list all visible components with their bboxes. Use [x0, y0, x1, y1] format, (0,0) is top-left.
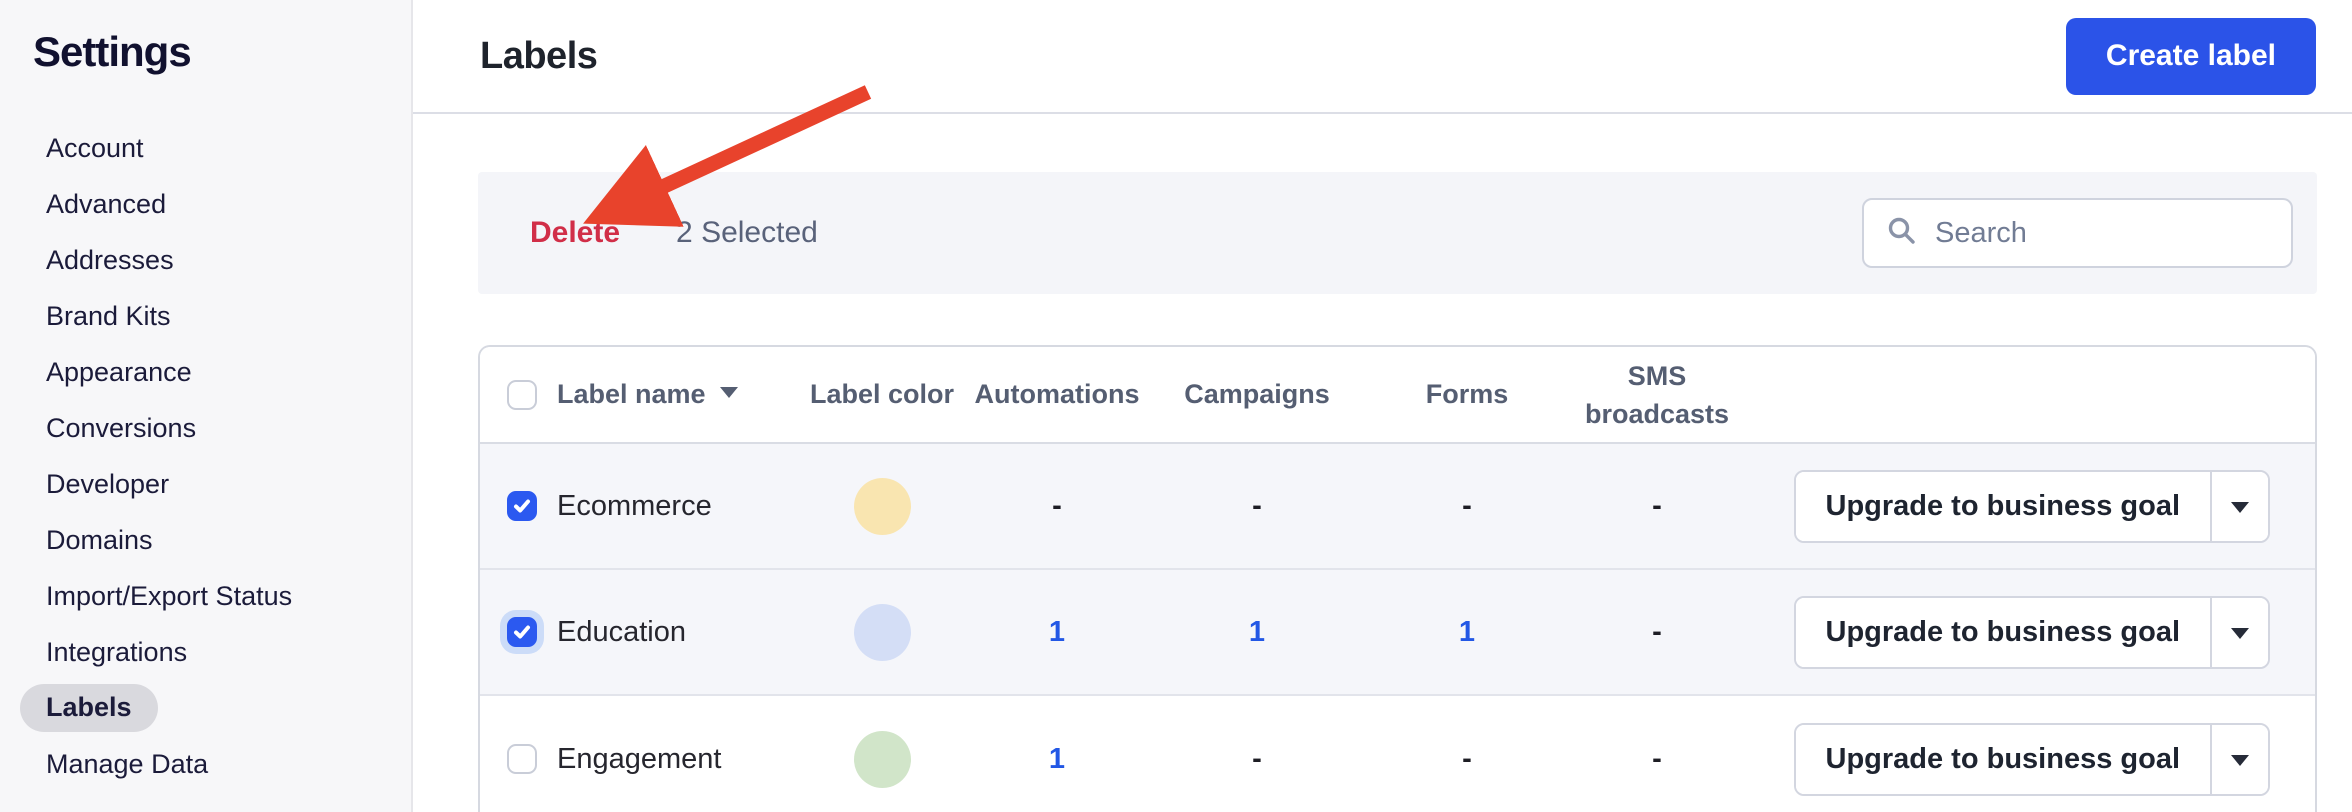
check-icon	[514, 625, 530, 639]
search-icon	[1886, 215, 1918, 252]
delete-button[interactable]: Delete	[530, 216, 620, 250]
sidebar-item-brand-kits[interactable]: Brand Kits	[0, 288, 411, 344]
sidebar-item-import-export-status[interactable]: Import/Export Status	[0, 568, 411, 624]
column-header-automations: Automations	[974, 379, 1140, 409]
content-area: Delete 2 Selected Search Label name Labe…	[413, 172, 2352, 812]
sidebar-item-domains[interactable]: Domains	[0, 512, 411, 568]
sidebar: Settings Account Advanced Addresses Brand K…	[0, 0, 413, 812]
sidebar-item-addresses[interactable]: Addresses	[0, 232, 411, 288]
row-checkbox[interactable]	[507, 617, 537, 647]
upgrade-to-business-goal-button[interactable]: Upgrade to business goal	[1795, 724, 2210, 794]
sidebar-item-conversions[interactable]: Conversions	[0, 400, 411, 456]
label-color-swatch	[853, 603, 911, 661]
column-header-forms: Forms	[1425, 379, 1509, 409]
label-name: Engagement	[557, 742, 722, 775]
label-name: Ecommerce	[557, 489, 712, 522]
dropdown-caret-icon	[2231, 501, 2249, 513]
automations-count[interactable]: 1	[1049, 616, 1065, 649]
main-content: Labels Create label Delete 2 Selected Se…	[413, 0, 2352, 812]
table-header-row: Label name Label color Automations Campa…	[480, 347, 2315, 444]
select-all-checkbox[interactable]	[507, 379, 537, 410]
search-input[interactable]	[1935, 216, 2235, 250]
upgrade-to-business-goal-button[interactable]: Upgrade to business goal	[1795, 471, 2210, 541]
sidebar-item-labels[interactable]: Labels	[0, 680, 411, 736]
column-header-sms-broadcasts: SMS broadcasts	[1584, 360, 1730, 429]
dropdown-caret-icon	[2231, 627, 2249, 639]
upgrade-dropdown-toggle[interactable]	[2210, 597, 2268, 667]
sidebar-item-developer[interactable]: Developer	[0, 456, 411, 512]
upgrade-dropdown-toggle[interactable]	[2210, 724, 2268, 794]
table-row: Engagement 1 - - - Upgrade to business g…	[480, 696, 2315, 812]
create-label-button[interactable]: Create label	[2065, 17, 2316, 95]
column-header-label-name[interactable]: Label name	[557, 379, 706, 410]
forms-count[interactable]: 1	[1459, 616, 1475, 649]
sms-broadcasts-count: -	[1652, 489, 1662, 522]
upgrade-split-button: Upgrade to business goal	[1793, 469, 2270, 543]
table-row: Education 1 1 1 - Upgrade to business go…	[480, 570, 2315, 696]
label-name: Education	[557, 615, 686, 648]
sidebar-title: Settings	[33, 28, 192, 75]
sort-caret-icon[interactable]	[718, 385, 740, 404]
upgrade-to-business-goal-button[interactable]: Upgrade to business goal	[1795, 597, 2210, 667]
label-color-swatch	[853, 730, 911, 788]
bulk-actions-toolbar: Delete 2 Selected	[478, 172, 2317, 294]
selected-count: 2 Selected	[676, 216, 818, 249]
forms-count: -	[1462, 489, 1472, 522]
automations-count: -	[1052, 489, 1062, 522]
table-row: Ecommerce - - - - Upgrade to business go…	[480, 444, 2315, 570]
campaigns-count[interactable]: 1	[1249, 616, 1265, 649]
automations-count[interactable]: 1	[1049, 743, 1065, 776]
sms-broadcasts-count: -	[1652, 615, 1662, 648]
sidebar-item-advanced[interactable]: Advanced	[0, 176, 411, 232]
sidebar-item-account[interactable]: Account	[0, 120, 411, 176]
campaigns-count: -	[1252, 489, 1262, 522]
forms-count: -	[1462, 742, 1472, 775]
sms-broadcasts-count: -	[1652, 742, 1662, 775]
column-header-label-color: Label color	[809, 379, 955, 409]
row-checkbox[interactable]	[507, 744, 537, 774]
check-icon	[514, 499, 530, 513]
page-title: Labels	[480, 34, 598, 77]
upgrade-split-button: Upgrade to business goal	[1793, 595, 2270, 669]
search-box[interactable]	[1862, 198, 2293, 268]
sidebar-item-manage-data[interactable]: Manage Data	[0, 736, 411, 792]
column-header-campaigns: Campaigns	[1184, 379, 1330, 409]
settings-page: Settings Account Advanced Addresses Brand K…	[0, 0, 2352, 812]
upgrade-split-button: Upgrade to business goal	[1793, 722, 2270, 796]
table-body: Ecommerce - - - - Upgrade to business go…	[480, 444, 2315, 812]
dropdown-caret-icon	[2231, 754, 2249, 766]
campaigns-count: -	[1252, 742, 1262, 775]
row-checkbox[interactable]	[507, 491, 537, 521]
page-header: Labels Create label	[413, 0, 2352, 114]
sidebar-item-appearance[interactable]: Appearance	[0, 344, 411, 400]
upgrade-dropdown-toggle[interactable]	[2210, 471, 2268, 541]
label-color-swatch	[853, 477, 911, 535]
labels-table: Label name Label color Automations Campa…	[478, 345, 2317, 812]
sidebar-nav: Account Advanced Addresses Brand Kits Appear…	[0, 120, 411, 792]
sidebar-item-integrations[interactable]: Integrations	[0, 624, 411, 680]
